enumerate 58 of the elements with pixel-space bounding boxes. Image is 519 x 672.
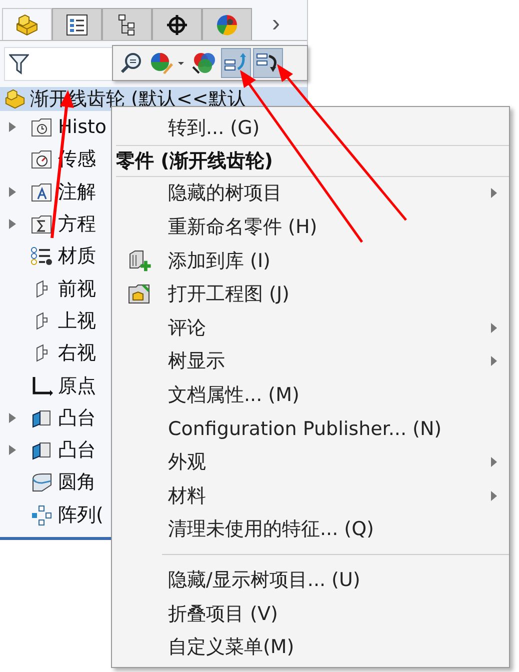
tree-item[interactable]: 凸台 bbox=[58, 404, 96, 431]
tree-item[interactable]: 圆角 bbox=[58, 469, 96, 496]
tree-item[interactable]: 注解 bbox=[58, 178, 96, 205]
expand-tree-button[interactable] bbox=[221, 48, 251, 78]
tree-item[interactable]: 右视 bbox=[58, 340, 96, 366]
list-icon bbox=[65, 14, 89, 36]
menu-item[interactable]: 折叠项目 (V) bbox=[112, 596, 509, 630]
color-wheel-icon bbox=[215, 14, 239, 36]
tree-item[interactable]: 前视 bbox=[58, 276, 96, 302]
menu-item[interactable]: 重新命名零件 (H) bbox=[112, 210, 509, 244]
part-icon bbox=[4, 89, 26, 109]
origin-icon bbox=[30, 374, 54, 397]
menu-item[interactable]: 文档属性... (M) bbox=[112, 378, 509, 412]
submenu-arrow-icon bbox=[491, 322, 497, 333]
menu-item[interactable]: 隐藏的树项目 bbox=[112, 176, 509, 210]
menu-item[interactable]: 自定义菜单(M) bbox=[112, 630, 509, 664]
panel-tab[interactable] bbox=[152, 8, 202, 40]
library-add-icon bbox=[127, 248, 153, 273]
fillet-icon bbox=[30, 471, 54, 494]
collapse-tree-button[interactable] bbox=[253, 48, 283, 78]
filter-icon[interactable] bbox=[9, 53, 29, 75]
panel-tab[interactable] bbox=[52, 8, 102, 40]
folder-icon bbox=[30, 116, 54, 138]
menu-item[interactable]: 打开工程图 (J) bbox=[112, 277, 509, 311]
expand-arrow-icon[interactable] bbox=[8, 219, 16, 230]
menu-header: 零件 (渐开线齿轮) bbox=[116, 144, 509, 177]
folder-icon bbox=[30, 180, 54, 203]
menu-item[interactable]: 材料 bbox=[112, 478, 509, 513]
expand-arrow-icon[interactable] bbox=[8, 186, 16, 197]
folder-icon bbox=[30, 213, 54, 236]
expand-arrow-icon[interactable] bbox=[8, 412, 16, 423]
submenu-arrow-icon bbox=[491, 490, 497, 501]
submenu-arrow-icon bbox=[491, 188, 497, 198]
expand-arrow-icon[interactable] bbox=[8, 122, 16, 132]
tree-item[interactable]: 原点 bbox=[58, 372, 96, 399]
part-icon bbox=[15, 14, 39, 36]
menu-item[interactable]: Configuration Publisher... (N) bbox=[112, 412, 509, 446]
tree-item[interactable]: 方程 bbox=[58, 211, 96, 238]
tree-item[interactable]: 材质 bbox=[58, 243, 96, 270]
menu-item[interactable]: 隐藏/显示树项目... (U) bbox=[112, 563, 509, 597]
expand-arrow-icon[interactable] bbox=[8, 445, 16, 456]
menu-item[interactable]: 清理未使用的特征... (Q) bbox=[112, 512, 509, 546]
crosshair-icon bbox=[165, 14, 189, 36]
material-icon bbox=[30, 245, 54, 268]
pattern-icon bbox=[30, 504, 54, 526]
menu-item[interactable]: 树显示 bbox=[112, 344, 509, 378]
menu-item[interactable]: 添加到库 (I) bbox=[112, 244, 509, 278]
submenu-arrow-icon bbox=[491, 457, 497, 468]
panel-tab[interactable] bbox=[102, 8, 152, 40]
menu-item[interactable]: 外观 bbox=[112, 445, 509, 479]
folder-icon bbox=[30, 148, 54, 170]
tree-item[interactable]: 上视 bbox=[58, 308, 96, 334]
tabs-scroll-button[interactable]: › bbox=[266, 8, 286, 40]
tree-item[interactable]: 阵列( bbox=[58, 502, 104, 528]
menu-item[interactable]: 转到... (G) bbox=[112, 111, 509, 145]
menu-item[interactable]: 评论 bbox=[112, 310, 509, 345]
tree-item[interactable]: 凸台 bbox=[58, 437, 96, 464]
submenu-arrow-icon bbox=[491, 356, 497, 366]
